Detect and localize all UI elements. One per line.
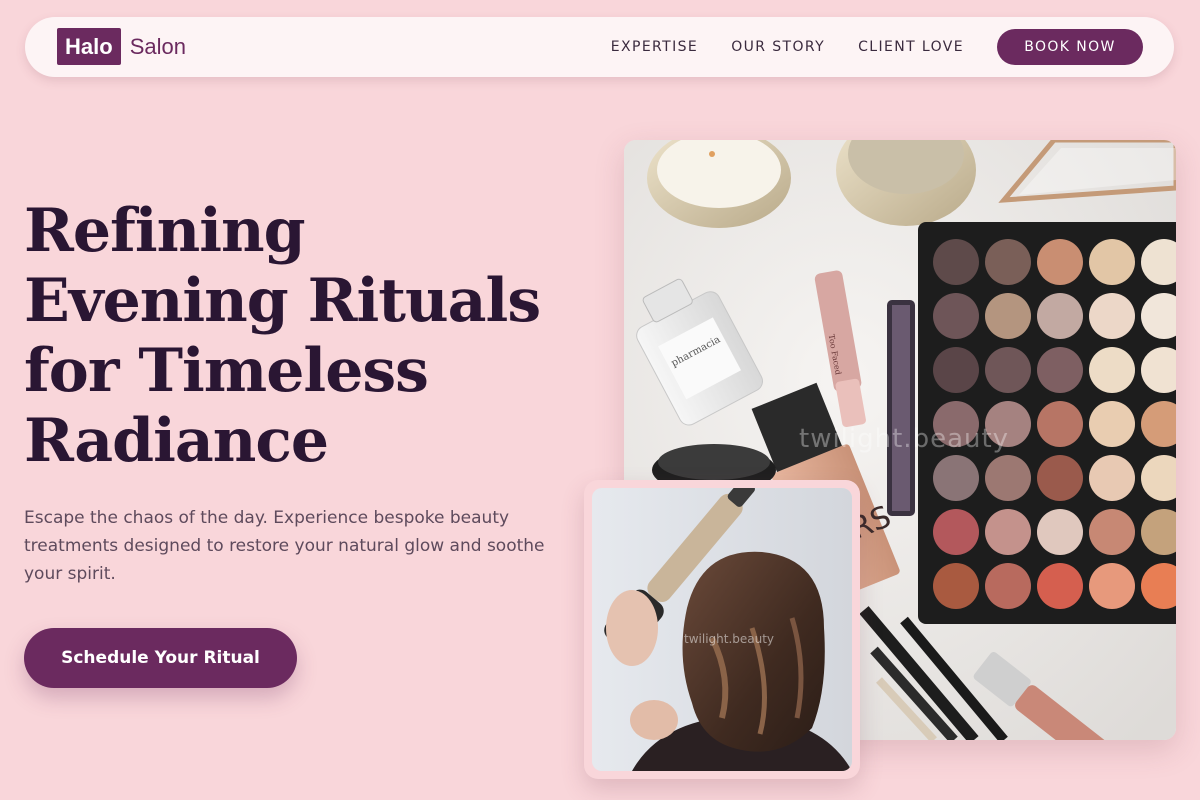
logo-wordmark: Salon (129, 33, 186, 59)
top-navbar: Halo Salon EXPERTISE OUR STORY CLIENT LO… (25, 17, 1174, 77)
eyeshadow-pan (1037, 509, 1083, 555)
eyeshadow-pan (985, 509, 1031, 555)
hair-styling-illustration (592, 488, 852, 771)
book-now-button[interactable]: BOOK NOW (997, 29, 1143, 65)
eyeshadow-pan (1089, 293, 1135, 339)
eyeshadow-pan (933, 347, 979, 393)
eyeshadow-pan (1037, 455, 1083, 501)
eyeshadow-pan (1089, 347, 1135, 393)
secondary-image-watermark: twilight.beauty (684, 632, 775, 646)
eyeshadow-pan (1037, 239, 1083, 285)
main-image-watermark: twilight.beauty (799, 424, 1010, 454)
eyeshadow-pan (1089, 455, 1135, 501)
nav-links: EXPERTISE OUR STORY CLIENT LOVE BOOK NOW (611, 29, 1143, 65)
eyeshadow-pan (985, 347, 1031, 393)
eyeshadow-pan (985, 563, 1031, 609)
eyeshadow-pan (1037, 293, 1083, 339)
nav-link-expertise[interactable]: EXPERTISE (611, 39, 698, 55)
logo-mark: Halo (57, 28, 121, 65)
nav-link-client-love[interactable]: CLIENT LOVE (858, 39, 964, 55)
eyeshadow-pan (1089, 563, 1135, 609)
mascara-tube (887, 300, 915, 516)
eyeshadow-pan (985, 293, 1031, 339)
eyeshadow-pan (1089, 509, 1135, 555)
schedule-ritual-button[interactable]: Schedule Your Ritual (24, 628, 297, 688)
eyeshadow-pan (933, 509, 979, 555)
eyeshadow-pan (1037, 563, 1083, 609)
eyeshadow-pan (933, 239, 979, 285)
eyeshadow-pan (933, 455, 979, 501)
eyeshadow-pan (933, 563, 979, 609)
eyeshadow-pan (1037, 347, 1083, 393)
eyeshadow-pan (1089, 239, 1135, 285)
eyeshadow-pan (985, 239, 1031, 285)
hero-subtitle: Escape the chaos of the day. Experience … (24, 508, 545, 584)
hero-title: Refining Evening Rituals for Timeless Ra… (24, 196, 541, 476)
eyeshadow-pan (1089, 401, 1135, 447)
hair-styling-image-frame: twilight.beauty (584, 480, 860, 779)
eyeshadow-pan (1037, 401, 1083, 447)
eyeshadow-pan (933, 293, 979, 339)
hair-styling-image: twilight.beauty (592, 488, 852, 771)
nav-link-our-story[interactable]: OUR STORY (731, 39, 825, 55)
eyeshadow-pan (985, 455, 1031, 501)
eyeshadow-palette (918, 222, 1176, 624)
logo[interactable]: Halo Salon (57, 28, 186, 65)
